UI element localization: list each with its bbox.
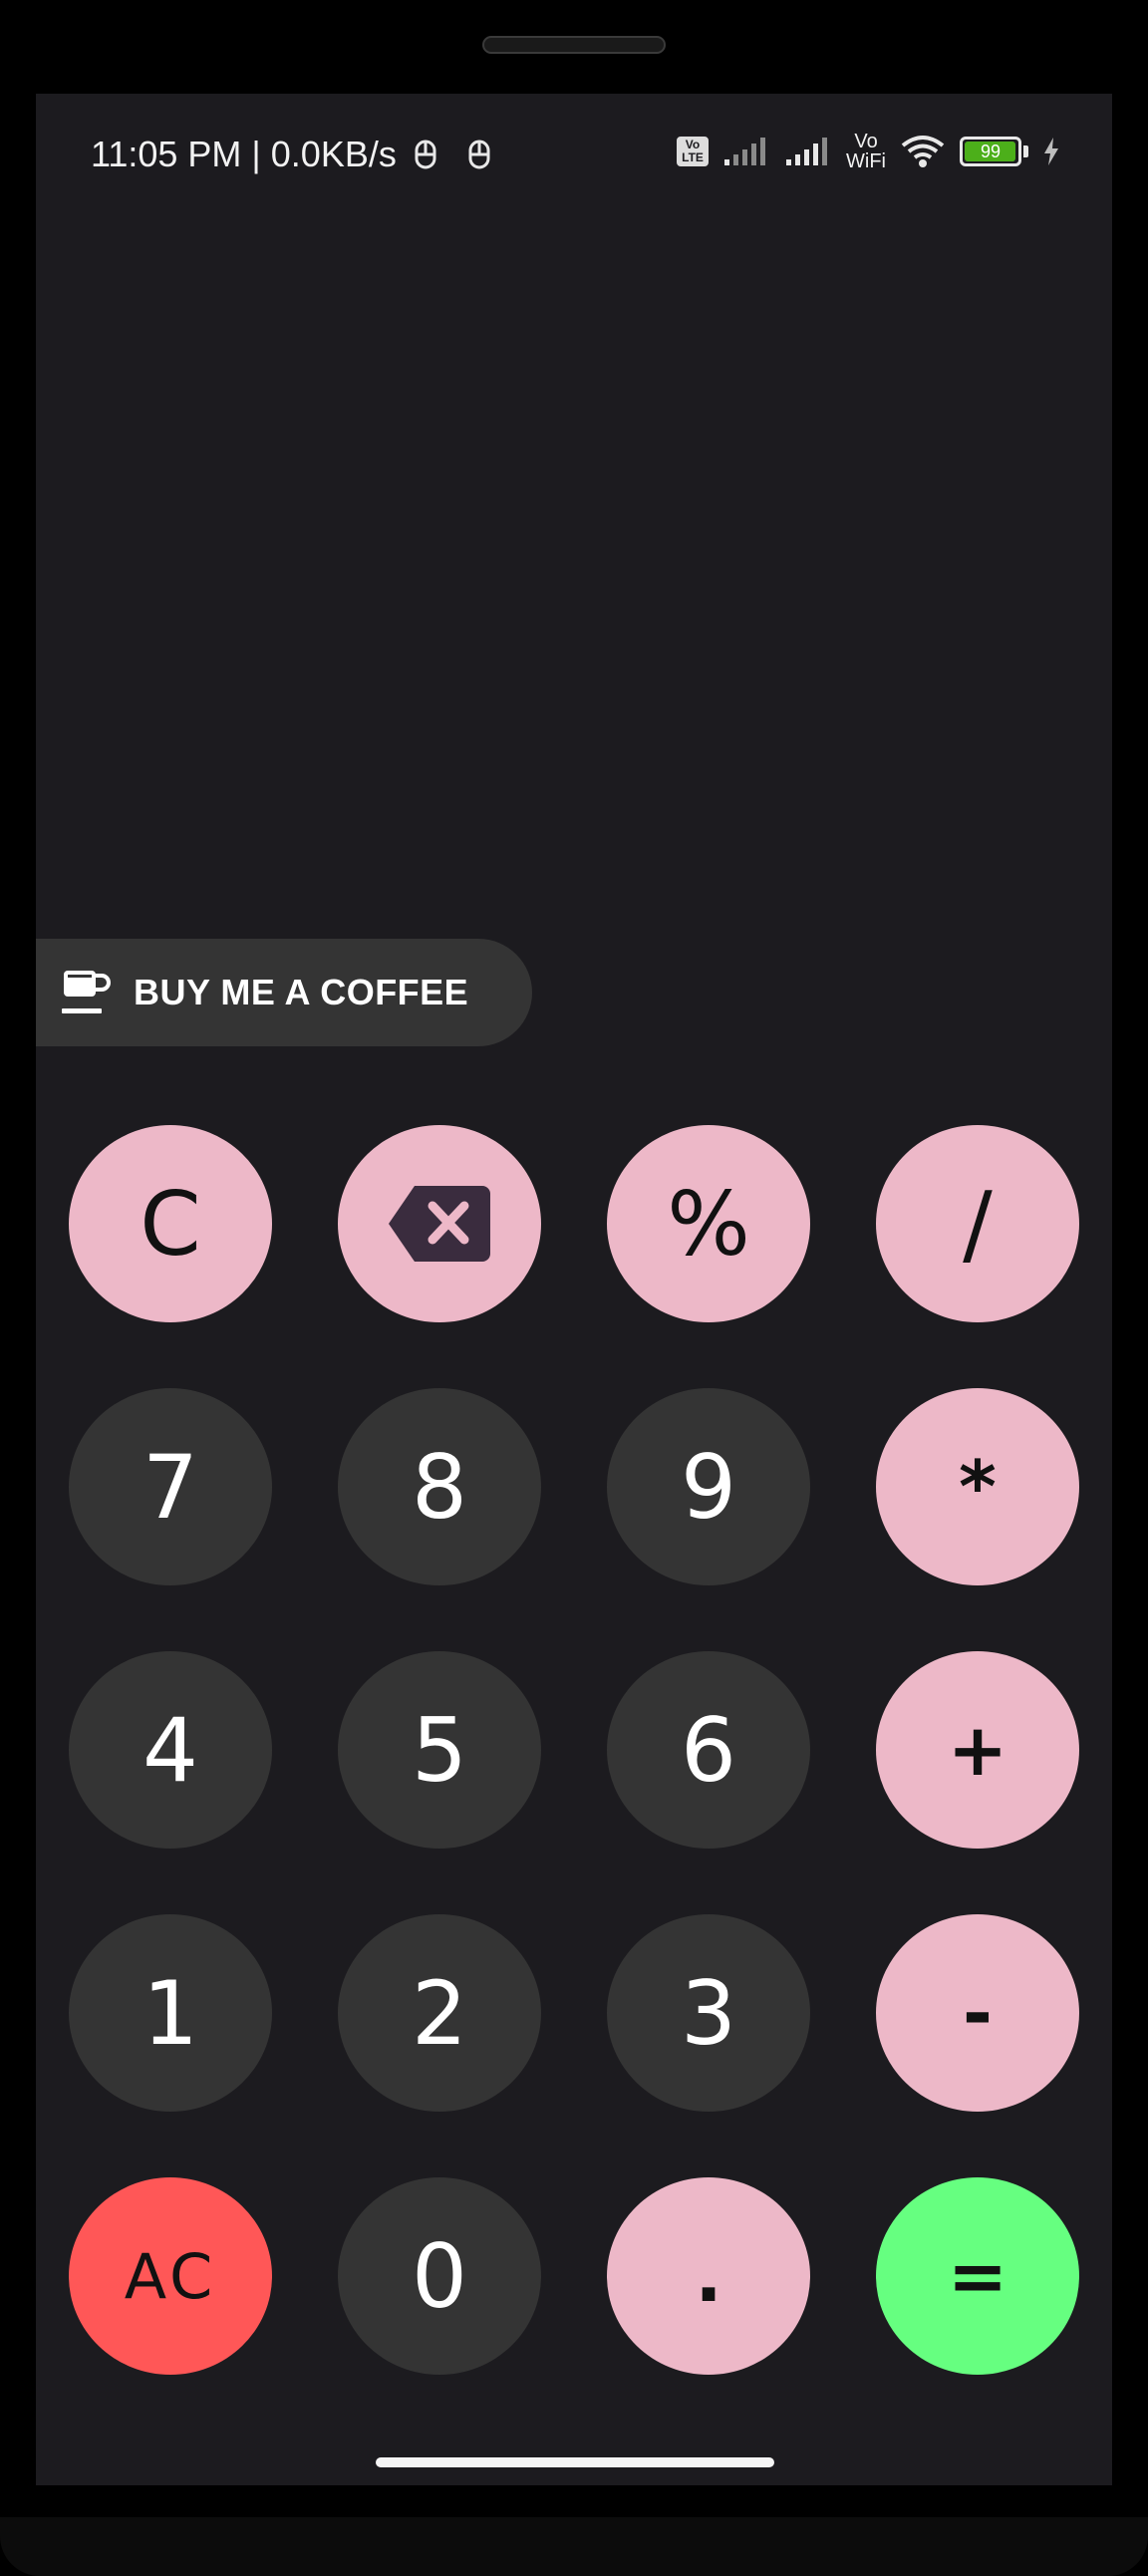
- volte-icon: Vo LTE: [677, 137, 710, 166]
- multiply-label: *: [959, 1445, 997, 1529]
- battery-tip: [1023, 145, 1028, 157]
- backspace-icon: [389, 1186, 490, 1262]
- digit-9-button[interactable]: 9: [607, 1388, 810, 1585]
- equals-label: =: [947, 2234, 1008, 2318]
- divide-label: /: [963, 1172, 993, 1276]
- vowifi-bottom-label: WiFi: [846, 150, 886, 172]
- percent-label: %: [667, 1172, 750, 1276]
- backspace-button[interactable]: [338, 1125, 541, 1322]
- vowifi-top-label: Vo: [854, 131, 878, 152]
- bottom-bezel: [0, 2517, 1148, 2576]
- digit-3-label: 3: [681, 1961, 736, 2065]
- add-button[interactable]: +: [876, 1651, 1079, 1849]
- subtract-button[interactable]: -: [876, 1914, 1079, 2112]
- percent-button[interactable]: %: [607, 1125, 810, 1322]
- clear-button[interactable]: C: [69, 1125, 272, 1322]
- digit-1-button[interactable]: 1: [69, 1914, 272, 2112]
- decimal-button[interactable]: .: [607, 2177, 810, 2375]
- all-clear-button[interactable]: AC: [69, 2177, 272, 2375]
- digit-9-label: 9: [681, 1435, 736, 1539]
- digit-6-button[interactable]: 6: [607, 1651, 810, 1849]
- divide-button[interactable]: /: [876, 1125, 1079, 1322]
- digit-2-button[interactable]: 2: [338, 1914, 541, 2112]
- digit-5-button[interactable]: 5: [338, 1651, 541, 1849]
- digit-4-label: 4: [143, 1698, 198, 1802]
- network-speed: 0.0KB/s: [270, 134, 397, 174]
- keypad: C% / 7 8 9 * 4 5 6 +1 2 3 - AC 0. =: [69, 1125, 1081, 2375]
- app-screen: 11:05 PM | 0.0KB/s Vo LTE Vo WiFi 99 BUY…: [36, 94, 1112, 2485]
- clear-label: C: [140, 1172, 201, 1276]
- signal-icon: [722, 136, 770, 167]
- subtract-label: -: [963, 1971, 993, 2055]
- digit-0-button[interactable]: 0: [338, 2177, 541, 2375]
- charging-icon: [1042, 137, 1060, 166]
- earpiece-speaker: [482, 36, 666, 54]
- wifi-icon: [900, 134, 946, 169]
- coffee-cup-icon: [60, 967, 112, 1018]
- digit-8-button[interactable]: 8: [338, 1388, 541, 1585]
- digit-3-button[interactable]: 3: [607, 1914, 810, 2112]
- status-left: 11:05 PM | 0.0KB/s: [91, 134, 492, 175]
- signal-icon: [784, 136, 832, 167]
- add-label: +: [947, 1708, 1008, 1792]
- battery-group: 99: [960, 137, 1028, 166]
- equals-button[interactable]: =: [876, 2177, 1079, 2375]
- digit-7-label: 7: [143, 1435, 198, 1539]
- home-indicator[interactable]: [376, 2457, 774, 2467]
- decimal-label: .: [695, 2234, 722, 2318]
- digit-8-label: 8: [412, 1435, 467, 1539]
- digit-7-button[interactable]: 7: [69, 1388, 272, 1585]
- digit-2-label: 2: [412, 1961, 467, 2065]
- coffee-button-label: BUY ME A COFFEE: [134, 972, 469, 1012]
- vowifi-icon: Vo WiFi: [846, 132, 886, 171]
- status-bar: 11:05 PM | 0.0KB/s Vo LTE Vo WiFi 99: [36, 94, 1112, 213]
- notification-icon: [413, 138, 438, 171]
- battery-icon: 99: [960, 137, 1021, 166]
- digit-6-label: 6: [681, 1698, 736, 1802]
- status-separator: |: [251, 134, 261, 174]
- digit-5-label: 5: [412, 1698, 467, 1802]
- all-clear-label: AC: [124, 2239, 217, 2313]
- notification-icon: [466, 138, 492, 171]
- status-right: Vo LTE Vo WiFi 99: [677, 132, 1060, 171]
- phone-frame: 11:05 PM | 0.0KB/s Vo LTE Vo WiFi 99 BUY…: [0, 0, 1148, 2576]
- buy-me-a-coffee-button[interactable]: BUY ME A COFFEE: [36, 939, 532, 1046]
- digit-4-button[interactable]: 4: [69, 1651, 272, 1849]
- multiply-button[interactable]: *: [876, 1388, 1079, 1585]
- digit-0-label: 0: [412, 2224, 467, 2328]
- digit-1-label: 1: [143, 1961, 198, 2065]
- battery-level: 99: [980, 142, 1002, 161]
- status-time: 11:05 PM: [91, 134, 242, 174]
